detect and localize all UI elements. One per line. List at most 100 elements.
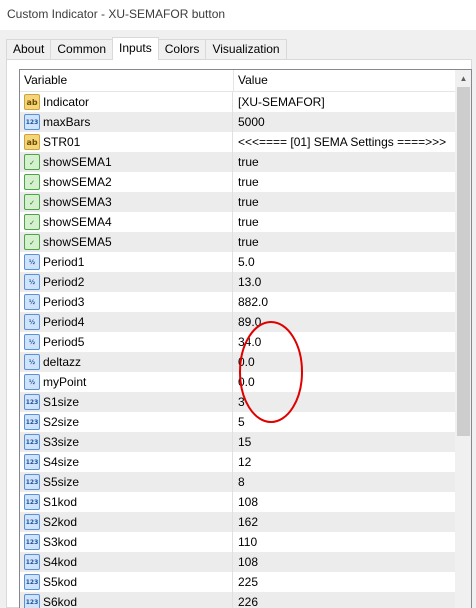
table-row[interactable]: 123 S4size 12 (20, 452, 455, 472)
tab-visualization[interactable]: Visualization (205, 39, 287, 60)
variable-cell: ½ deltazz (20, 352, 233, 372)
tab-colors[interactable]: Colors (157, 39, 207, 60)
table-row[interactable]: ✓ showSEMA4 true (20, 212, 455, 232)
table-row[interactable]: 123 S3size 15 (20, 432, 455, 452)
variable-cell: ✓ showSEMA1 (20, 152, 233, 172)
dialog-body: About Common Inputs Colors Visualization… (0, 30, 476, 608)
variable-cell: 123 S2kod (20, 512, 233, 532)
tab-inputs[interactable]: Inputs (112, 37, 159, 60)
double-type-icon: ½ (24, 314, 40, 330)
grid-header: Variable Value (20, 70, 455, 92)
value-cell[interactable]: [XU-SEMAFOR] (238, 92, 325, 112)
table-row[interactable]: ✓ showSEMA3 true (20, 192, 455, 212)
column-header-value[interactable]: Value (234, 70, 268, 91)
value-cell[interactable]: true (238, 212, 259, 232)
value-cell[interactable]: true (238, 192, 259, 212)
scroll-up-arrow-icon[interactable]: ▲ (455, 70, 471, 87)
table-row[interactable]: ✓ showSEMA2 true (20, 172, 455, 192)
tab-strip: About Common Inputs Colors Visualization (6, 37, 287, 60)
value-cell[interactable]: 110 (238, 532, 257, 552)
variable-cell: 123 S4size (20, 452, 233, 472)
tab-about[interactable]: About (6, 39, 52, 60)
variable-cell: ✓ showSEMA4 (20, 212, 233, 232)
variable-name: maxBars (43, 115, 91, 129)
integer-type-icon: 123 (24, 434, 40, 450)
value-cell[interactable]: 225 (238, 572, 258, 592)
value-cell[interactable]: 13.0 (238, 272, 261, 292)
title-bar: Custom Indicator - XU-SEMAFOR button (0, 0, 476, 30)
value-cell[interactable]: 12 (238, 452, 251, 472)
variable-name: myPoint (43, 375, 87, 389)
variable-name: Period1 (43, 255, 85, 269)
value-cell[interactable]: true (238, 152, 259, 172)
table-row[interactable]: ½ Period2 13.0 (20, 272, 455, 292)
integer-type-icon: 123 (24, 554, 40, 570)
column-header-variable[interactable]: Variable (20, 70, 67, 91)
value-cell[interactable]: 5.0 (238, 252, 255, 272)
double-type-icon: ½ (24, 294, 40, 310)
double-type-icon: ½ (24, 254, 40, 270)
vertical-scrollbar[interactable]: ▲ (455, 70, 471, 608)
variable-name: S2size (43, 415, 80, 429)
table-row[interactable]: 123 S5kod 225 (20, 572, 455, 592)
value-cell[interactable]: 108 (238, 492, 258, 512)
value-cell[interactable]: <<<==== [01] SEMA Settings ====>>> (238, 132, 446, 152)
table-row[interactable]: 123 maxBars 5000 (20, 112, 455, 132)
value-cell[interactable]: 8 (238, 472, 245, 492)
variable-name: S4kod (43, 555, 78, 569)
value-cell[interactable]: 108 (238, 552, 258, 572)
value-cell[interactable]: 226 (238, 592, 258, 608)
variable-cell: ½ myPoint (20, 372, 233, 392)
variable-name: S2kod (43, 515, 78, 529)
string-type-icon: ab (24, 134, 40, 150)
table-row[interactable]: ab Indicator [XU-SEMAFOR] (20, 92, 455, 112)
table-row[interactable]: ✓ showSEMA5 true (20, 232, 455, 252)
table-row[interactable]: ½ Period3 882.0 (20, 292, 455, 312)
variable-cell: 123 S2size (20, 412, 233, 432)
variable-name: Period4 (43, 315, 85, 329)
scroll-thumb[interactable] (457, 87, 470, 436)
boolean-type-icon: ✓ (24, 174, 40, 190)
variable-cell: ✓ showSEMA3 (20, 192, 233, 212)
double-type-icon: ½ (24, 274, 40, 290)
variable-cell: ab STR01 (20, 132, 233, 152)
table-row[interactable]: 123 S2kod 162 (20, 512, 455, 532)
integer-type-icon: 123 (24, 494, 40, 510)
value-cell[interactable]: true (238, 232, 259, 252)
table-row[interactable]: 123 S3kod 110 (20, 532, 455, 552)
table-row[interactable]: ½ Period1 5.0 (20, 252, 455, 272)
table-row[interactable]: 123 S4kod 108 (20, 552, 455, 572)
integer-type-icon: 123 (24, 114, 40, 130)
value-cell[interactable]: 882.0 (238, 292, 268, 312)
table-row[interactable]: 123 S5size 8 (20, 472, 455, 492)
variable-name: showSEMA3 (43, 195, 112, 209)
variable-name: S5size (43, 475, 80, 489)
integer-type-icon: 123 (24, 454, 40, 470)
variable-cell: ab Indicator (20, 92, 233, 112)
variable-name: Period2 (43, 275, 85, 289)
table-row[interactable]: ✓ showSEMA1 true (20, 152, 455, 172)
table-row[interactable]: 123 S6kod 226 (20, 592, 455, 608)
variable-cell: 123 S1kod (20, 492, 233, 512)
variable-name: S5kod (43, 575, 78, 589)
table-row[interactable]: 123 S1kod 108 (20, 492, 455, 512)
value-cell[interactable]: true (238, 172, 259, 192)
value-cell[interactable]: 162 (238, 512, 258, 532)
variable-cell: 123 maxBars (20, 112, 233, 132)
value-cell[interactable]: 15 (238, 432, 251, 452)
boolean-type-icon: ✓ (24, 154, 40, 170)
variable-cell: ½ Period5 (20, 332, 233, 352)
value-cell[interactable]: 5000 (238, 112, 265, 132)
variable-name: S4size (43, 455, 80, 469)
variable-name: showSEMA1 (43, 155, 112, 169)
integer-type-icon: 123 (24, 474, 40, 490)
double-type-icon: ½ (24, 354, 40, 370)
inputs-panel: Variable Value ab Indicator [XU-SEMAFOR] 12… (6, 59, 472, 608)
variable-cell: ½ Period2 (20, 272, 233, 292)
tab-common[interactable]: Common (50, 39, 114, 60)
table-row[interactable]: ab STR01 <<<==== [01] SEMA Settings ====>>… (20, 132, 455, 152)
variable-name: S1size (43, 395, 80, 409)
variable-cell: 123 S3kod (20, 532, 233, 552)
variable-cell: ½ Period3 (20, 292, 233, 312)
variable-cell: 123 S5kod (20, 572, 233, 592)
